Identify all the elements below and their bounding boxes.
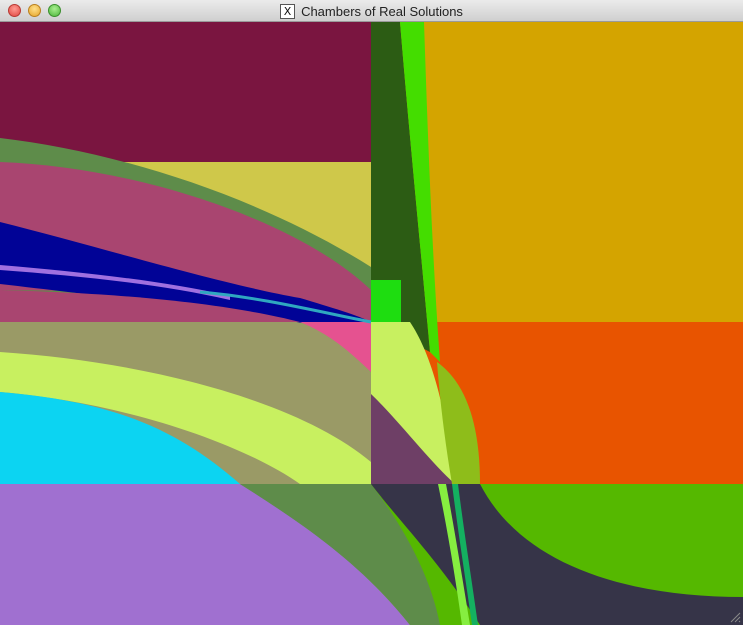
real-solutions-chamber-plot: [0, 22, 743, 625]
window-title: Chambers of Real Solutions: [301, 3, 463, 19]
green-patch: [371, 280, 401, 322]
title-bar[interactable]: X Chambers of Real Solutions: [0, 0, 743, 22]
x11-app-icon: X: [280, 3, 296, 19]
app-window: X Chambers of Real Solutions: [0, 0, 743, 625]
region-top-left: [0, 22, 371, 162]
resize-grip-icon[interactable]: [729, 611, 741, 623]
title-container: X Chambers of Real Solutions: [0, 0, 743, 22]
